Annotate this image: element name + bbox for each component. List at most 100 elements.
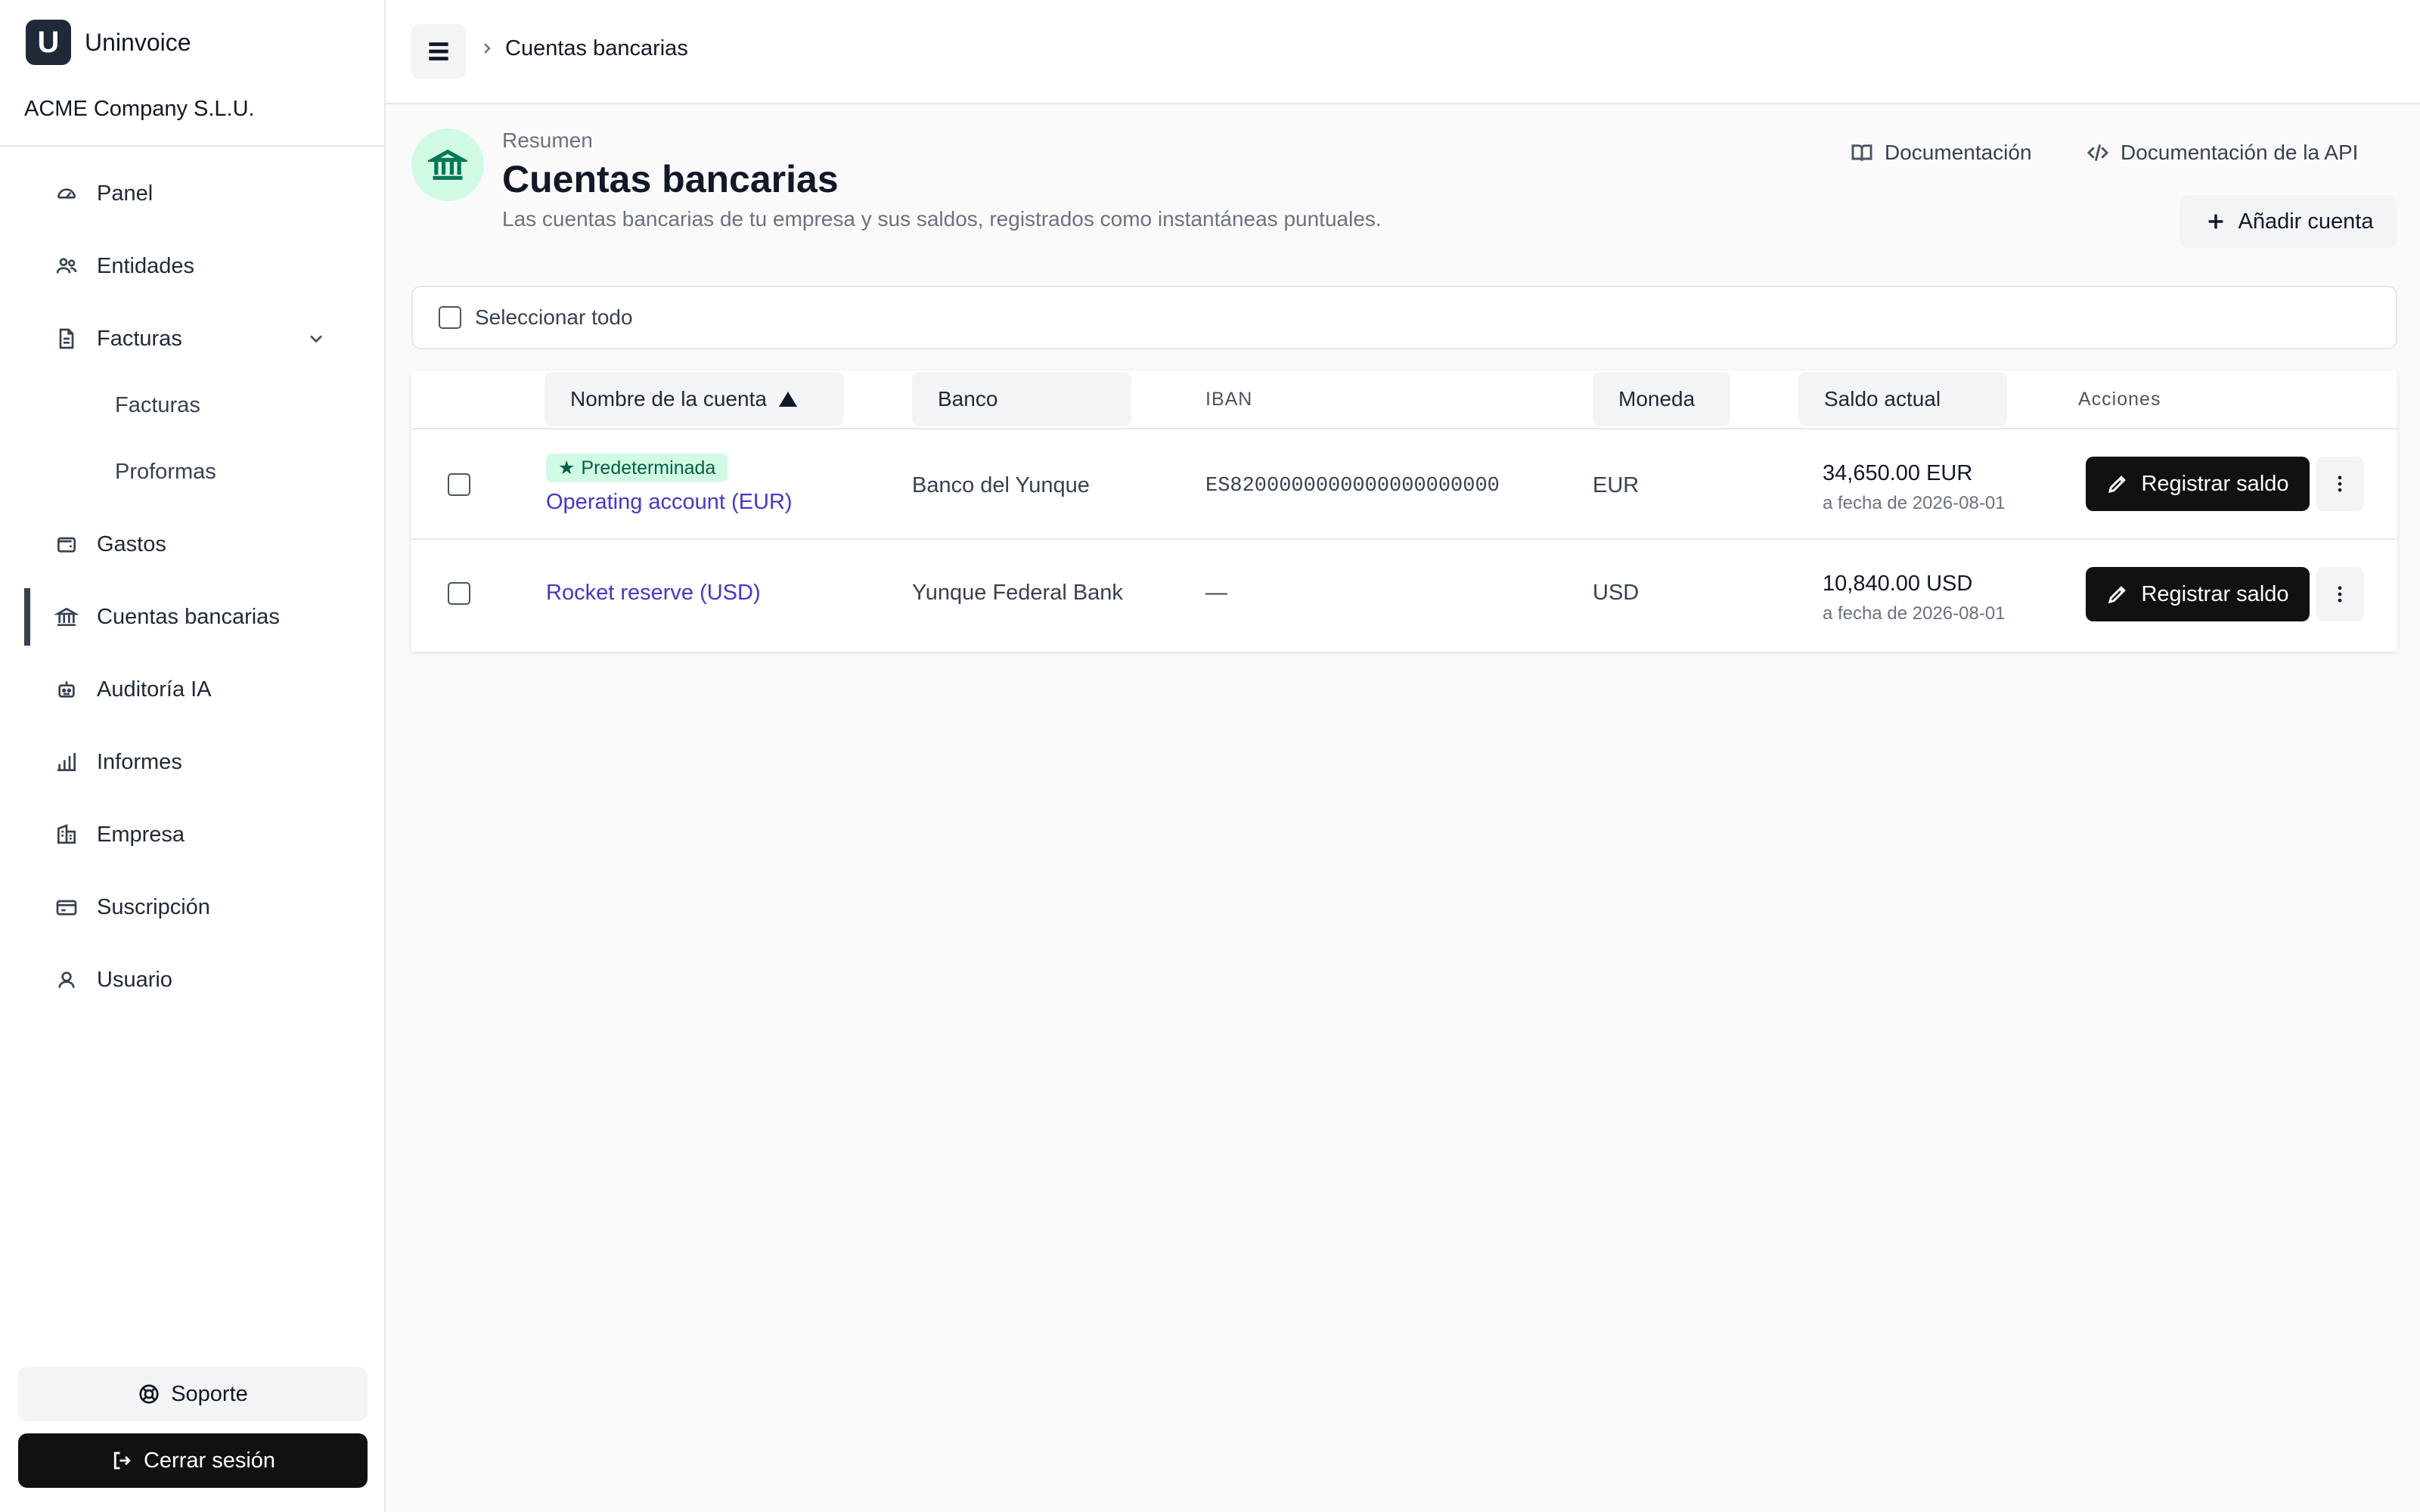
sidebar-item-cuentas-bancarias[interactable]: Cuentas bancarias [24,588,360,646]
bank-accounts-table: Nombre de la cuenta Banco IBAN Moneda Sa… [411,370,2397,652]
column-header-iban: IBAN [1205,389,1253,410]
sidebar-item-auditoria-ia[interactable]: Auditoría IA [24,661,360,718]
sidebar-item-label: Cuentas bancarias [97,604,280,629]
sidebar-item-label: Empresa [97,822,185,847]
sidebar-item-empresa[interactable]: Empresa [24,806,360,863]
balance-date: a fecha de 2026-08-01 [1823,493,2006,513]
register-balance-button[interactable]: Registrar saldo [2086,457,2310,511]
kebab-icon [2338,586,2342,603]
support-label: Soporte [171,1381,248,1406]
select-all-checkbox[interactable] [439,306,461,329]
row-checkbox[interactable] [448,473,470,496]
main-content: Cuentas bancarias Resumen Cuentas bancar… [386,0,2420,1512]
currency-value: USD [1593,581,1640,605]
sidebar-item-gastos[interactable]: Gastos [24,516,360,573]
more-actions-button[interactable] [2316,567,2364,621]
table-row: Rocket reserve (USD) Yunque Federal Bank… [411,541,2397,649]
breadcrumb[interactable]: Cuentas bancarias [505,36,688,61]
brand[interactable]: U Uninvoice [26,20,191,65]
more-actions-button[interactable] [2316,457,2364,511]
logout-label: Cerrar sesión [143,1448,276,1473]
menu-toggle-button[interactable] [411,24,466,79]
sidebar-item-usuario[interactable]: Usuario [24,951,360,1009]
balance-date: a fecha de 2026-08-01 [1823,603,2006,624]
currency-value: EUR [1593,473,1640,497]
sidebar-item-entidades[interactable]: Entidades [24,237,360,295]
chevron-down-icon[interactable] [306,328,327,355]
page-title: Cuentas bancarias [502,158,839,200]
plus-icon [2208,214,2223,229]
company-name: ACME Company S.L.U. [24,97,255,121]
balance-value: 34,650.00 EUR [1823,461,1973,485]
documentation-label: Documentación [1885,141,2032,164]
sidebar-item-facturas[interactable]: Facturas [24,310,360,367]
sidebar-item-label: Facturas [97,326,182,351]
sidebar-item-label: Informes [97,749,182,774]
bot-icon [53,676,80,703]
book-icon [1851,144,1872,161]
brand-name: Uninvoice [85,28,191,56]
table-row: ★ Predeterminada Operating account (EUR)… [411,429,2397,540]
code-icon [2086,144,2109,162]
iban-value: ES8200000000000000000000 [1205,475,1500,497]
sidebar-item-informes[interactable]: Informes [24,733,360,791]
pencil-icon [2108,476,2127,494]
add-account-label: Añadir cuenta [2238,209,2374,234]
add-account-button[interactable]: Añadir cuenta [2180,195,2397,248]
topbar: Cuentas bancarias [386,0,2420,104]
sidebar-divider [0,145,384,147]
column-header-actions: Acciones [2078,389,2161,410]
sidebar-item-label: Auditoría IA [97,677,212,702]
bank-name: Yunque Federal Bank [912,581,1123,605]
logout-icon [113,1452,131,1470]
support-button[interactable]: Soporte [18,1367,368,1421]
sidebar-subitem-facturas[interactable]: Facturas [115,376,200,434]
file-icon [53,325,80,352]
sidebar: U Uninvoice ACME Company S.L.U. Panel En… [0,0,386,1512]
column-header-bank[interactable]: Banco [912,372,1131,426]
sidebar-item-label: Gastos [97,531,166,556]
gauge-icon [53,180,80,207]
account-name-link[interactable]: Operating account (EUR) [546,490,793,515]
bank-icon [411,129,484,201]
api-documentation-label: Documentación de la API [2121,141,2359,164]
bank-icon [53,603,80,631]
documentation-link[interactable]: Documentación [1850,141,2032,165]
sort-ascending-icon [778,392,797,407]
select-all-label: Seleccionar todo [475,305,633,329]
wallet-icon [53,531,80,558]
menu-icon [429,42,448,60]
sidebar-item-label: Panel [97,181,154,206]
column-header-balance[interactable]: Saldo actual [1798,372,2007,426]
building-icon [53,821,80,848]
table-header: Nombre de la cuenta Banco IBAN Moneda Sa… [411,370,2397,429]
column-header-name[interactable]: Nombre de la cuenta [544,372,844,426]
pencil-icon [2108,586,2127,604]
balance-value: 10,840.00 USD [1823,572,1973,596]
register-balance-button[interactable]: Registrar saldo [2086,567,2310,621]
sidebar-item-label: Entidades [97,253,194,278]
bank-name: Banco del Yunque [912,473,1090,497]
sidebar-item-label: Suscripción [97,894,210,919]
sidebar-item-suscripcion[interactable]: Suscripción [24,878,360,936]
row-checkbox[interactable] [448,582,470,605]
column-header-currency[interactable]: Moneda [1593,372,1730,426]
bar-chart-icon [53,748,80,776]
sidebar-subitem-proformas[interactable]: Proformas [115,443,216,500]
page-eyebrow: Resumen [502,129,593,152]
select-all-bar: Seleccionar todo [411,286,2397,349]
default-badge: ★ Predeterminada [546,454,728,482]
api-documentation-link[interactable]: Documentación de la API [2086,141,2358,165]
sidebar-item-panel[interactable]: Panel [24,165,360,222]
users-icon [53,253,80,280]
logout-button[interactable]: Cerrar sesión [18,1433,368,1488]
account-name-link[interactable]: Rocket reserve (USD) [546,581,761,606]
star-icon: ★ [558,457,576,479]
chevron-right-icon [478,39,496,61]
kebab-icon [2338,476,2342,492]
brand-logo: U [26,20,71,65]
user-icon [53,966,80,993]
page-description: Las cuentas bancarias de tu empresa y su… [502,207,1382,231]
iban-value: — [1205,581,1227,605]
credit-card-icon [53,894,80,921]
